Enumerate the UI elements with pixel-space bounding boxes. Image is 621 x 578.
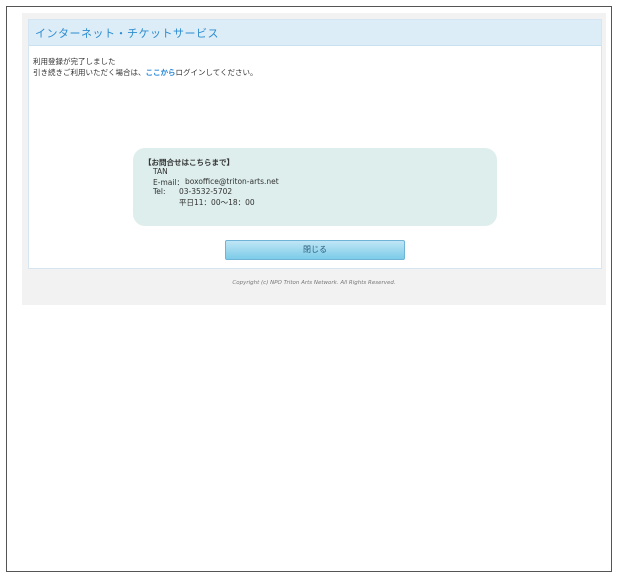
panel-header: インターネット・チケットサービス — [29, 20, 601, 46]
main-panel: インターネット・チケットサービス 利用登録が完了しました 引き続きご利用いただく… — [28, 19, 602, 269]
login-instruction-prefix: 引き続きご利用いただく場合は、 — [33, 68, 146, 77]
registration-complete-message: 利用登録が完了しました — [33, 57, 116, 66]
copyright-footer: Copyright (c) NPO Triton Arts Network. A… — [232, 280, 396, 286]
login-link[interactable]: ここから — [146, 68, 176, 77]
login-instruction: 引き続きご利用いただく場合は、ここからログインしてください。 — [33, 67, 258, 78]
contact-box: 【お問合せはこちらまで】 TAN E-mail： boxoffice@trito… — [133, 148, 497, 226]
page-title: インターネット・チケットサービス — [35, 27, 219, 40]
login-instruction-suffix: ログインしてください。 — [175, 68, 258, 77]
contact-name: TAN — [153, 167, 168, 176]
business-hours: 平日11：00〜18：00 — [179, 198, 255, 207]
email-link[interactable]: boxoffice@triton-arts.net — [185, 177, 279, 186]
tel-number: 03-3532-5702 — [179, 187, 233, 196]
tel-label: Tel: — [153, 187, 166, 196]
close-button[interactable]: 閉じる — [225, 240, 405, 260]
